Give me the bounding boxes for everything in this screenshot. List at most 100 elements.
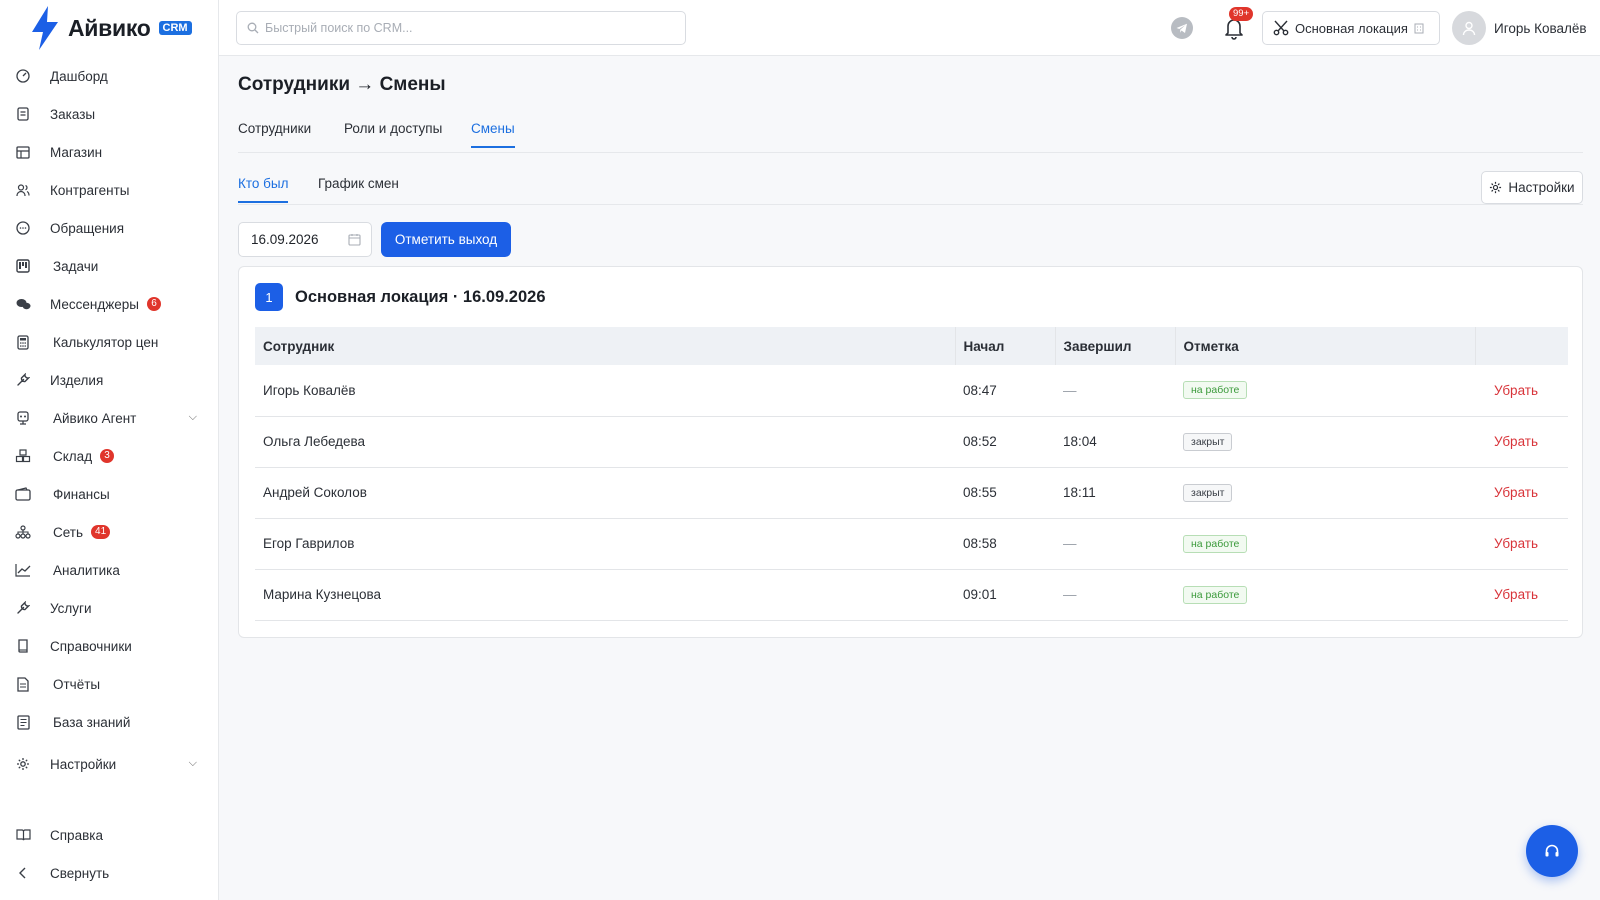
sidebar-item-label: Склад (53, 448, 93, 464)
status-badge: на работе (1183, 381, 1248, 400)
card-header: 1 Основная локация · 16.09.2026 (255, 283, 546, 311)
sidebar-item-label: Сеть (53, 524, 84, 540)
sidebar-item-label: Справка (50, 827, 103, 843)
employee-name: Марина Кузнецова (255, 569, 955, 621)
table-row: Игорь Ковалёв 08:47 — на работе Убрать (255, 365, 1568, 417)
sidebar-item-agent[interactable]: Айвико Агент ⌵ (0, 399, 219, 437)
date-field[interactable] (238, 222, 372, 257)
scissors-icon (1273, 20, 1289, 36)
avatar (1452, 11, 1486, 45)
store-icon (15, 144, 31, 160)
sidebar-item-references[interactable]: Справочники (0, 627, 219, 665)
sidebar-item-collapse[interactable]: Свернуть (0, 854, 219, 892)
sidebar-item-warehouse[interactable]: Склад 3 (0, 437, 219, 475)
sidebar-item-label: Настройки (50, 756, 117, 772)
table-header-row: Сотрудник Начал Завершил Отметка (255, 327, 1568, 365)
calendar-icon[interactable] (348, 233, 361, 246)
remove-link[interactable]: Убрать (1475, 416, 1568, 468)
logo[interactable]: Айвико CRM (28, 6, 192, 50)
date-input[interactable] (251, 232, 341, 247)
remove-link[interactable]: Убрать (1475, 365, 1568, 417)
search-box[interactable] (236, 11, 686, 45)
brand-name: Айвико (68, 14, 151, 41)
employee-name: Ольга Лебедева (255, 416, 955, 468)
chevron-down-icon[interactable]: ⌵ (189, 411, 197, 424)
search-input[interactable] (265, 21, 665, 35)
gear-icon (1490, 181, 1502, 194)
sidebar-item-label: Заказы (50, 106, 96, 122)
user-menu[interactable]: Игорь Ковалёв (1452, 11, 1587, 45)
sidebar-item-knowledge[interactable]: База знаний (0, 703, 219, 741)
report-icon (15, 676, 31, 692)
column-header-start: Начал (955, 327, 1056, 365)
subtab-schedule[interactable]: График смен (318, 176, 399, 201)
sidebar-item-label: Обращения (50, 220, 125, 236)
sidebar-item-orders[interactable]: Заказы (0, 95, 219, 133)
shift-end: 18:11 (1055, 467, 1175, 519)
sidebar-item-label: Финансы (53, 486, 110, 502)
sidebar-item-network[interactable]: Сеть 41 (0, 513, 219, 551)
headset-icon (1545, 844, 1559, 857)
location-selector[interactable]: Основная локация (1262, 11, 1440, 45)
remove-link[interactable]: Убрать (1475, 467, 1568, 519)
sidebar-item-reports[interactable]: Отчёты (0, 665, 219, 703)
employee-name: Андрей Соколов (255, 467, 955, 519)
shift-start: 08:58 (955, 518, 1055, 570)
sidebar-item-requests[interactable]: Обращения (0, 209, 219, 247)
column-header-end: Завершил (1055, 327, 1176, 365)
sidebar-item-label: Изделия (50, 372, 104, 388)
building-icon (1414, 23, 1424, 33)
sidebar: Айвико CRM Дашборд Заказы Магазин Контра… (0, 0, 219, 900)
sidebar-item-store[interactable]: Магазин (0, 133, 219, 171)
sidebar-item-label: Магазин (50, 144, 103, 160)
sidebar-item-tasks[interactable]: Задачи (0, 247, 219, 285)
location-number-badge: 1 (255, 283, 283, 311)
table-row: Марина Кузнецова 09:01 — на работе Убрат… (255, 569, 1568, 621)
mark-exit-button[interactable]: Отметить выход (381, 222, 511, 257)
table-row: Егор Гаврилов 08:58 — на работе Убрать (255, 518, 1568, 570)
orders-icon (15, 106, 31, 122)
sidebar-item-products[interactable]: Изделия (0, 361, 219, 399)
shift-start: 08:52 (955, 416, 1055, 468)
remove-link[interactable]: Убрать (1475, 518, 1568, 570)
sidebar-item-label: Айвико Агент (53, 410, 137, 426)
telegram-icon[interactable] (1171, 17, 1193, 39)
gear-icon (15, 756, 31, 772)
page-title: Сотрудники → Смены (238, 74, 446, 95)
sidebar-item-services[interactable]: Услуги (0, 589, 219, 627)
tab-roles[interactable]: Роли и доступы (344, 121, 442, 146)
help-book-icon (15, 827, 31, 843)
sidebar-item-settings[interactable]: Настройки ⌵ (0, 745, 219, 783)
shift-end: — (1055, 365, 1175, 417)
subtab-who-was[interactable]: Кто был (238, 176, 289, 203)
card-title: Основная локация · 16.09.2026 (295, 287, 546, 306)
sidebar-item-messengers[interactable]: Мессенджеры 6 (0, 285, 219, 323)
chevron-down-icon[interactable]: ⌵ (189, 757, 197, 770)
sidebar-item-help[interactable]: Справка (0, 816, 219, 854)
sidebar-item-label: Аналитика (53, 562, 120, 578)
calculator-icon (15, 334, 31, 350)
sidebar-item-contacts[interactable]: Контрагенты (0, 171, 219, 209)
support-chat-button[interactable] (1526, 825, 1578, 877)
sidebar-item-label: Калькулятор цен (53, 334, 159, 350)
sidebar-item-label: Дашборд (50, 68, 108, 84)
bolt-logo-icon (32, 6, 58, 50)
tool-icon (15, 600, 31, 616)
settings-button[interactable]: Настройки (1481, 171, 1583, 204)
tab-shifts[interactable]: Смены (471, 121, 515, 148)
sidebar-item-calculator[interactable]: Калькулятор цен (0, 323, 219, 361)
shift-card: 1 Основная локация · 16.09.2026 Сотрудни… (238, 266, 1583, 638)
sidebar-item-dashboard[interactable]: Дашборд (0, 57, 219, 95)
employee-name: Егор Гаврилов (255, 518, 955, 570)
shifts-table: Сотрудник Начал Завершил Отметка Игорь К… (255, 327, 1568, 621)
remove-link[interactable]: Убрать (1475, 569, 1568, 621)
sidebar-item-label: Свернуть (50, 865, 110, 881)
tab-employees[interactable]: Сотрудники (238, 121, 311, 146)
wallet-icon (15, 486, 31, 502)
sidebar-item-label: Задачи (53, 258, 99, 274)
status-badge: на работе (1183, 534, 1248, 553)
sidebar-item-finance[interactable]: Финансы (0, 475, 219, 513)
sidebar-item-analytics[interactable]: Аналитика (0, 551, 219, 589)
network-badge: 41 (91, 525, 111, 539)
sidebar-item-label: Мессенджеры (50, 296, 139, 312)
